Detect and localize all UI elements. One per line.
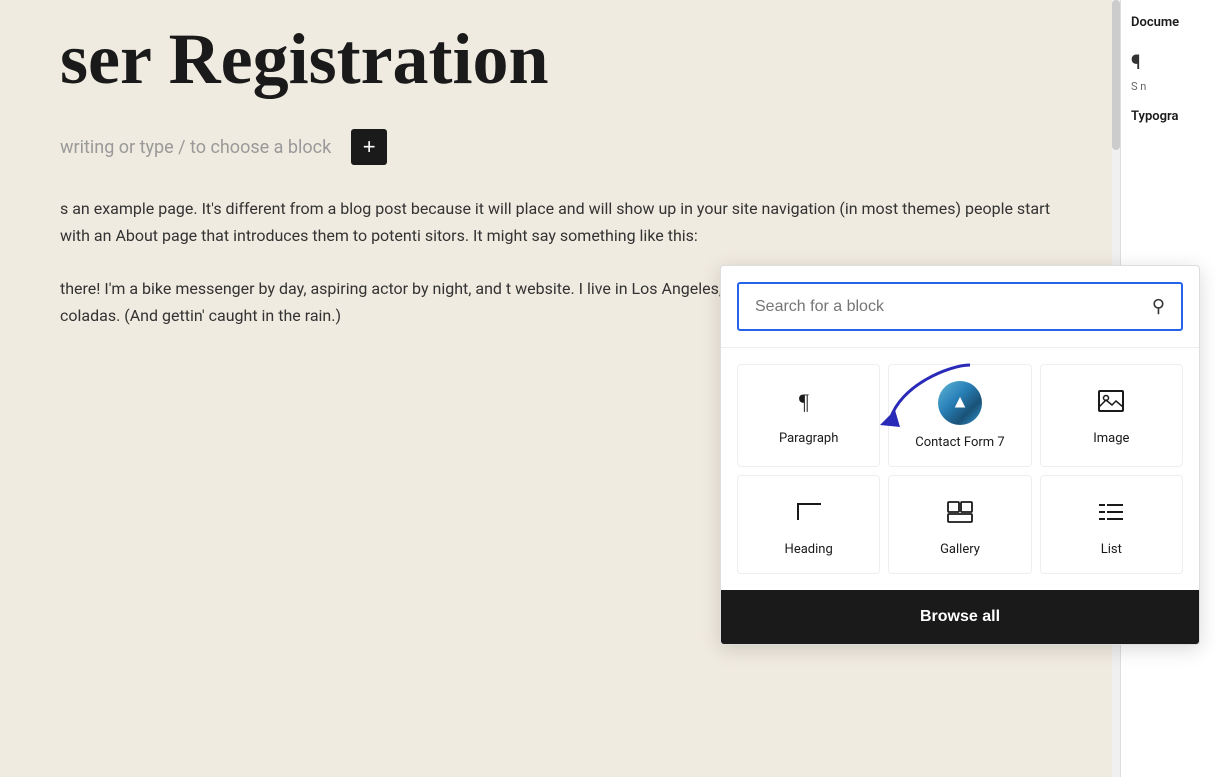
scrollbar-thumb[interactable] — [1112, 0, 1120, 150]
heading-block-icon — [789, 492, 829, 532]
block-item-heading[interactable]: Heading — [737, 475, 880, 574]
list-block-label: List — [1101, 542, 1122, 557]
search-input[interactable] — [755, 298, 1152, 316]
browse-all-button[interactable]: Browse all — [721, 590, 1199, 644]
block-item-gallery[interactable]: Gallery — [888, 475, 1031, 574]
search-icon: ⚲ — [1152, 296, 1165, 317]
page-title: ser Registration — [60, 20, 1060, 99]
block-item-paragraph[interactable]: ¶ Paragraph — [737, 364, 880, 467]
add-block-button[interactable]: + — [351, 129, 387, 165]
block-item-list[interactable]: List — [1040, 475, 1183, 574]
heading-block-label: Heading — [785, 542, 833, 557]
sidebar-tab-label[interactable]: Docume — [1131, 15, 1205, 30]
svg-text:¶: ¶ — [799, 389, 809, 414]
paragraph-block-label: Paragraph — [779, 431, 838, 446]
placeholder-row: writing or type / to choose a block + — [60, 129, 1060, 165]
block-item-image[interactable]: Image — [1040, 364, 1183, 467]
arrow-annotation — [870, 355, 990, 439]
search-box: ⚲ — [737, 282, 1183, 331]
placeholder-label: writing or type / to choose a block — [60, 137, 331, 158]
search-container: ⚲ — [721, 266, 1199, 348]
gallery-block-icon — [940, 492, 980, 532]
paragraph-block-icon: ¶ — [789, 381, 829, 421]
gallery-block-label: Gallery — [940, 542, 980, 557]
image-block-icon — [1091, 381, 1131, 421]
sidebar-section-label: S n — [1131, 79, 1205, 94]
image-block-label: Image — [1093, 431, 1129, 446]
paragraph-icon: ¶ — [1131, 50, 1205, 74]
block-inserter-popup: ⚲ ¶ Paragraph Contact Form 7 — [720, 265, 1200, 645]
body-text-1: s an example page. It's different from a… — [60, 195, 1060, 249]
list-block-icon — [1091, 492, 1131, 532]
sidebar-typography-label: Typogra — [1131, 109, 1205, 124]
